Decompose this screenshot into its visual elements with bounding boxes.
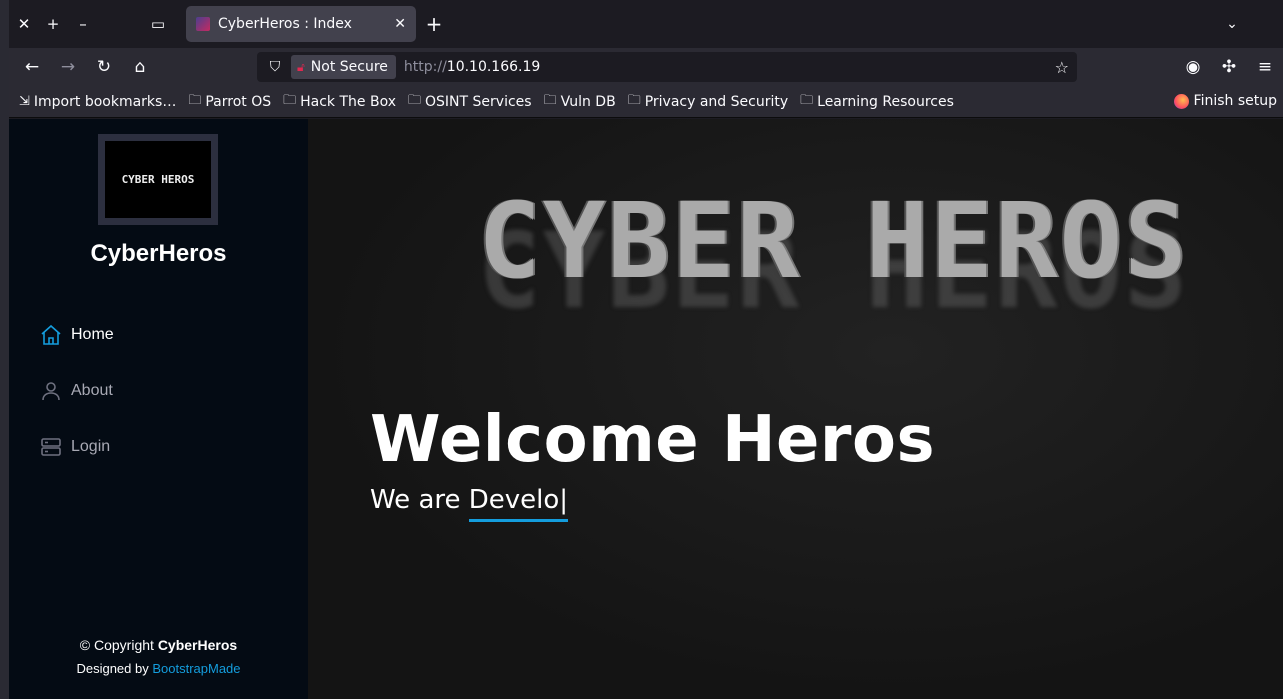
copyright-name: CyberHeros <box>157 637 238 653</box>
tab-title: CyberHeros : Index <box>218 16 352 32</box>
nav-login-label: Login <box>71 438 111 455</box>
designed-prefix: Designed by <box>76 661 153 676</box>
bookmark-privacy-security[interactable]: 🗀︎ Privacy and Security <box>628 91 788 113</box>
menu-icon[interactable]: ≡ <box>1251 53 1279 81</box>
close-tab-icon[interactable]: ✕ <box>394 16 406 32</box>
not-secure-label: Not Secure <box>310 59 388 75</box>
typed-text: Develo| <box>468 485 569 522</box>
banner-text: CYBER HEROS <box>478 180 1189 302</box>
chevron-down-icon[interactable]: ⌄ <box>1217 9 1247 39</box>
typed-cursor: | <box>559 485 569 515</box>
folder-icon: 🗀︎ <box>188 92 202 108</box>
copyright-line: © Copyright CyberHeros <box>9 637 308 653</box>
profile-logo: CYBER HEROS <box>98 134 218 225</box>
bookmarks-toolbar: ⇲ Import bookmarks… 🗀︎ Parrot OS 🗀︎ Hack… <box>9 86 1283 118</box>
close-window-icon[interactable]: ✕ <box>9 9 39 39</box>
bookmark-label: OSINT Services <box>425 93 532 110</box>
hero-section: CYBER HEROS Welcome Heros We are Develo| <box>308 119 1283 699</box>
cyber-heros-banner: CYBER HEROS <box>478 181 1223 331</box>
finish-setup-label: Finish setup <box>1193 93 1277 109</box>
nav-login[interactable]: Login <box>39 419 114 475</box>
bookmark-label: Privacy and Security <box>644 93 789 110</box>
bookmark-star-icon[interactable]: ☆ <box>1055 58 1069 77</box>
bookmark-import[interactable]: ⇲ Import bookmarks… <box>19 94 176 110</box>
hero-title: Welcome Heros <box>370 403 936 477</box>
minimize-icon[interactable]: – <box>68 9 98 39</box>
back-arrow-icon[interactable]: ← <box>18 53 46 81</box>
finish-setup-button[interactable]: Finish setup <box>1173 93 1277 109</box>
logo-text: CYBER HEROS <box>105 141 211 218</box>
url-text[interactable]: http://10.10.166.19 <box>404 59 540 75</box>
firefox-icon <box>1173 93 1189 109</box>
insecure-lock-icon: 🔓︎ <box>297 59 305 74</box>
folder-icon: 🗀︎ <box>283 92 297 108</box>
sidebar-footer: © Copyright CyberHeros Designed by Boots… <box>9 637 308 676</box>
bootstrapmade-link[interactable]: BootstrapMade <box>152 661 240 676</box>
tracking-shield-icon[interactable]: ⛉ <box>263 59 287 75</box>
extensions-icon[interactable]: ✣ <box>1215 53 1243 81</box>
desktop-edge <box>0 0 9 699</box>
nav-home-label: Home <box>71 326 114 343</box>
folder-icon: 🗀︎ <box>627 92 641 108</box>
folder-icon: 🗀︎ <box>543 92 557 108</box>
home-icon[interactable]: ⌂ <box>126 53 154 81</box>
bookmark-hack-the-box[interactable]: 🗀︎ Hack The Box <box>283 91 396 113</box>
folder-icon: 🗀︎ <box>408 92 422 108</box>
bookmark-label: Learning Resources <box>817 93 954 110</box>
url-host: 10.10.166.19 <box>446 59 541 75</box>
address-bar[interactable]: ⛉ 🔓︎ Not Secure http://10.10.166.19 ☆ <box>257 52 1077 82</box>
bookmark-learning-resources[interactable]: 🗀︎ Learning Resources <box>800 91 954 113</box>
bookmark-parrot-os[interactable]: 🗀︎ Parrot OS <box>188 91 271 113</box>
url-protocol: http:// <box>403 59 447 75</box>
account-icon[interactable]: ◉ <box>1179 53 1207 81</box>
bookmark-label: Parrot OS <box>205 93 272 110</box>
navigation-toolbar: ← → ↻ ⌂ ⛉ 🔓︎ Not Secure http://10.10.166… <box>9 48 1283 86</box>
tab-cyberheros[interactable]: CyberHeros : Index ✕ <box>186 6 416 42</box>
designed-by-line: Designed by BootstrapMade <box>9 661 308 676</box>
bookmark-label: Hack The Box <box>300 93 396 110</box>
site-name[interactable]: CyberHeros <box>9 240 308 268</box>
bookmark-vuln-db[interactable]: 🗀︎ Vuln DB <box>544 91 616 113</box>
house-icon <box>41 324 61 345</box>
bookmark-label: Import bookmarks… <box>33 93 177 110</box>
reload-icon[interactable]: ↻ <box>90 53 118 81</box>
nav-about[interactable]: About <box>39 363 114 419</box>
bookmark-osint-services[interactable]: 🗀︎ OSINT Services <box>408 91 532 113</box>
hero-subtitle: We are Develo| <box>370 485 569 522</box>
not-secure-badge[interactable]: 🔓︎ Not Secure <box>291 55 396 79</box>
sidebar: CYBER HEROS CyberHeros Home About Login … <box>9 119 308 699</box>
page-viewport: CYBER HEROS CyberHeros Home About Login … <box>9 119 1283 699</box>
copyright-prefix: © Copyright <box>79 637 158 653</box>
folder-icon: 🗀︎ <box>800 92 814 108</box>
person-icon <box>42 382 60 401</box>
forward-arrow-icon[interactable]: → <box>54 53 82 81</box>
new-window-icon[interactable]: + <box>38 9 68 39</box>
firefox-view-icon[interactable]: ▭ <box>143 9 173 39</box>
site-favicon-icon <box>196 17 210 31</box>
new-tab-button[interactable]: + <box>419 9 449 39</box>
import-icon: ⇲ <box>19 94 30 109</box>
hero-subtitle-prefix: We are <box>370 485 469 515</box>
nav-menu: Home About Login <box>39 307 114 475</box>
typed-word: Develo <box>468 485 560 515</box>
tab-strip: ✕ + – ▭ CyberHeros : Index ✕ + ⌄ <box>9 0 1283 48</box>
nav-about-label: About <box>71 382 113 399</box>
server-icon <box>41 438 61 456</box>
nav-home[interactable]: Home <box>39 307 114 363</box>
bookmark-label: Vuln DB <box>560 93 616 110</box>
